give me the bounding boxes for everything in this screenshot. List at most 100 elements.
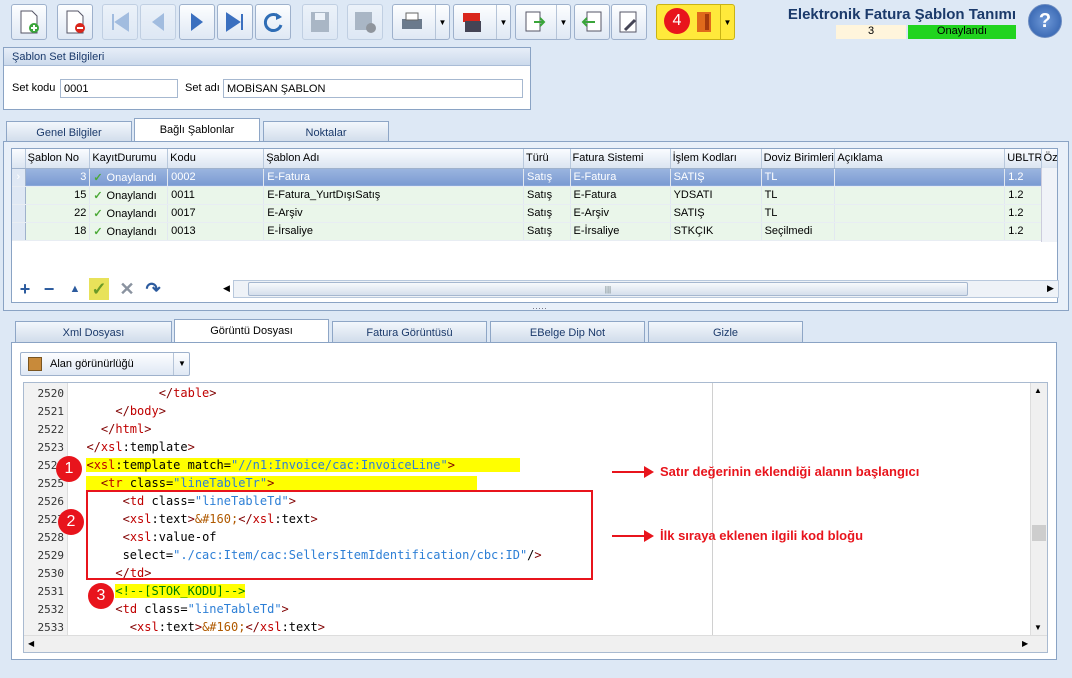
check-icon: ✓: [93, 207, 103, 220]
tab-goruntu-dosyasi[interactable]: Görüntü Dosyası: [174, 319, 329, 343]
import-button[interactable]: [574, 4, 610, 40]
save-close-icon: [355, 12, 376, 33]
pdf-save-icon: [463, 13, 481, 32]
scroll-thumb[interactable]: |||: [248, 282, 968, 296]
new-document-button[interactable]: [11, 4, 47, 40]
line-number: 2522: [37, 423, 65, 436]
tab-gizle[interactable]: Gizle: [648, 321, 803, 343]
export-button[interactable]: ▼: [515, 4, 571, 40]
line-number: 2520: [37, 387, 65, 400]
check-icon: ✓: [93, 225, 103, 238]
line-number: 2532: [37, 603, 65, 616]
annotation-badge-1: 1: [56, 456, 82, 482]
table-row[interactable]: › 3 ✓ Onaylandı 0002 E-Fatura Satış E-Fat…: [12, 168, 1057, 187]
arrow-icon: [612, 530, 654, 542]
chevron-down-icon[interactable]: ▼: [720, 5, 734, 39]
column-header[interactable]: Şablon No: [25, 149, 91, 169]
column-header[interactable]: Kodu: [167, 149, 265, 169]
code-line: <xsl:template match="//n1:Invoice/cac:In…: [72, 458, 520, 472]
grid-header-row: Şablon No KayıtDurumu Kodu Şablon Adı Tü…: [12, 149, 1057, 169]
next-record-button[interactable]: [179, 4, 215, 40]
settings-button[interactable]: [611, 4, 647, 40]
grid-horizontal-scrollbar[interactable]: |||: [233, 280, 1059, 298]
code-line: <tr class="lineTableTr">: [72, 476, 477, 490]
column-header[interactable]: UBLTR: [1004, 149, 1042, 169]
pdf-save-button[interactable]: ▼: [453, 4, 511, 40]
line-number: 2521: [37, 405, 65, 418]
help-icon[interactable]: ?: [1028, 4, 1062, 38]
alan-gorunurlugu-label: Alan görünürlüğü: [50, 358, 134, 370]
column-header[interactable]: Fatura Sistemi: [570, 149, 671, 169]
alan-gorunurlugu-button[interactable]: Alan görünürlüğü ▼: [20, 352, 190, 376]
tab-genel-bilgiler[interactable]: Genel Bilgiler: [6, 121, 132, 143]
editor-vertical-scrollbar[interactable]: ▲ ▼: [1030, 383, 1047, 635]
tab-fatura-goruntusu[interactable]: Fatura Görüntüsü: [332, 321, 487, 343]
table-row[interactable]: 15 ✓ Onaylandı 0011 E-Fatura_YurtDışıSatı…: [12, 186, 1057, 205]
chevron-down-icon[interactable]: ▼: [496, 5, 510, 39]
chevron-down-icon[interactable]: ▼: [173, 353, 190, 375]
scroll-right-icon[interactable]: ▶: [1022, 639, 1028, 648]
column-header[interactable]: Şablon Adı: [263, 149, 525, 169]
scroll-left-icon[interactable]: ◀: [28, 639, 34, 648]
column-header[interactable]: Özel I: [1041, 149, 1057, 169]
check-icon: ✓: [93, 189, 103, 202]
line-number: 2530: [37, 567, 65, 580]
code-line: <xsl:text>&#160;</xsl:text>: [129, 620, 325, 634]
last-record-button[interactable]: [217, 4, 253, 40]
chevron-down-icon[interactable]: ▼: [556, 5, 570, 39]
annotation-note-2: İlk sıraya eklenen ilgili kod bloğu: [660, 528, 864, 543]
scroll-up-icon[interactable]: ▲: [1034, 386, 1042, 395]
previous-record-button[interactable]: [140, 4, 176, 40]
column-header[interactable]: Doviz Birimleri: [761, 149, 836, 169]
refresh-icon: [263, 13, 283, 32]
annotation-badge-2: 2: [58, 509, 84, 535]
save-button[interactable]: [302, 4, 338, 40]
print-button[interactable]: ▼: [392, 4, 450, 40]
refresh-button[interactable]: [255, 4, 291, 40]
scroll-thumb[interactable]: [1032, 525, 1046, 541]
settings-icon: [619, 11, 637, 33]
table-row[interactable]: 18 ✓ Onaylandı 0013 E-İrsaliye Satış E-İr…: [12, 222, 1057, 241]
code-line: </body>: [115, 404, 166, 418]
column-header[interactable]: Türü: [523, 149, 571, 169]
print-icon: [402, 12, 422, 29]
cancel-icon[interactable]: ✕: [117, 278, 137, 300]
delete-document-button[interactable]: [57, 4, 93, 40]
line-number: 2533: [37, 621, 65, 634]
scroll-left-icon[interactable]: ◀: [223, 283, 230, 294]
annotation-badge-4: 4: [664, 8, 690, 34]
tab-bagli-sablonlar[interactable]: Bağlı Şablonlar: [134, 118, 260, 142]
remove-row-icon[interactable]: −: [39, 278, 59, 300]
editor-horizontal-scrollbar[interactable]: ◀ ▶: [24, 635, 1047, 652]
column-header[interactable]: Açıklama: [834, 149, 1006, 169]
code-line: </html>: [100, 422, 152, 436]
save-icon: [311, 12, 329, 32]
chevron-down-icon[interactable]: ▼: [435, 5, 449, 39]
exit-door-icon: [697, 12, 711, 32]
tab-noktalar[interactable]: Noktalar: [263, 121, 389, 143]
set-kodu-field[interactable]: [60, 79, 178, 98]
table-row[interactable]: 22 ✓ Onaylandı 0017 E-Arşiv Satış E-Arşiv…: [12, 204, 1057, 223]
delete-document-icon: [66, 10, 85, 34]
set-adi-label: Set adı: [185, 82, 220, 94]
grid-vertical-scrollbar[interactable]: [1041, 168, 1057, 242]
move-up-icon[interactable]: ▲: [65, 278, 85, 300]
confirm-icon[interactable]: ✓: [89, 278, 109, 300]
scroll-down-icon[interactable]: ▼: [1034, 623, 1042, 632]
column-header[interactable]: KayıtDurumu: [89, 149, 169, 169]
annotation-badge-3: 3: [88, 583, 114, 609]
last-record-icon: [226, 12, 243, 32]
column-header[interactable]: İşlem Kodları: [670, 149, 762, 169]
add-row-icon[interactable]: +: [15, 278, 35, 300]
tab-ebelge-dip-not[interactable]: EBelge Dip Not: [490, 321, 645, 343]
save-close-button[interactable]: [347, 4, 383, 40]
arrow-icon: [612, 466, 654, 478]
first-record-button[interactable]: [102, 4, 138, 40]
set-adi-field[interactable]: [223, 79, 523, 98]
scroll-right-icon[interactable]: ▶: [1047, 283, 1054, 294]
code-line: </table>: [158, 386, 217, 400]
splitter-handle[interactable]: ·····: [532, 304, 547, 313]
refresh-icon[interactable]: ↷: [143, 278, 163, 300]
line-number: 2531: [37, 585, 65, 598]
tab-xml-dosyasi[interactable]: Xml Dosyası: [15, 321, 172, 343]
